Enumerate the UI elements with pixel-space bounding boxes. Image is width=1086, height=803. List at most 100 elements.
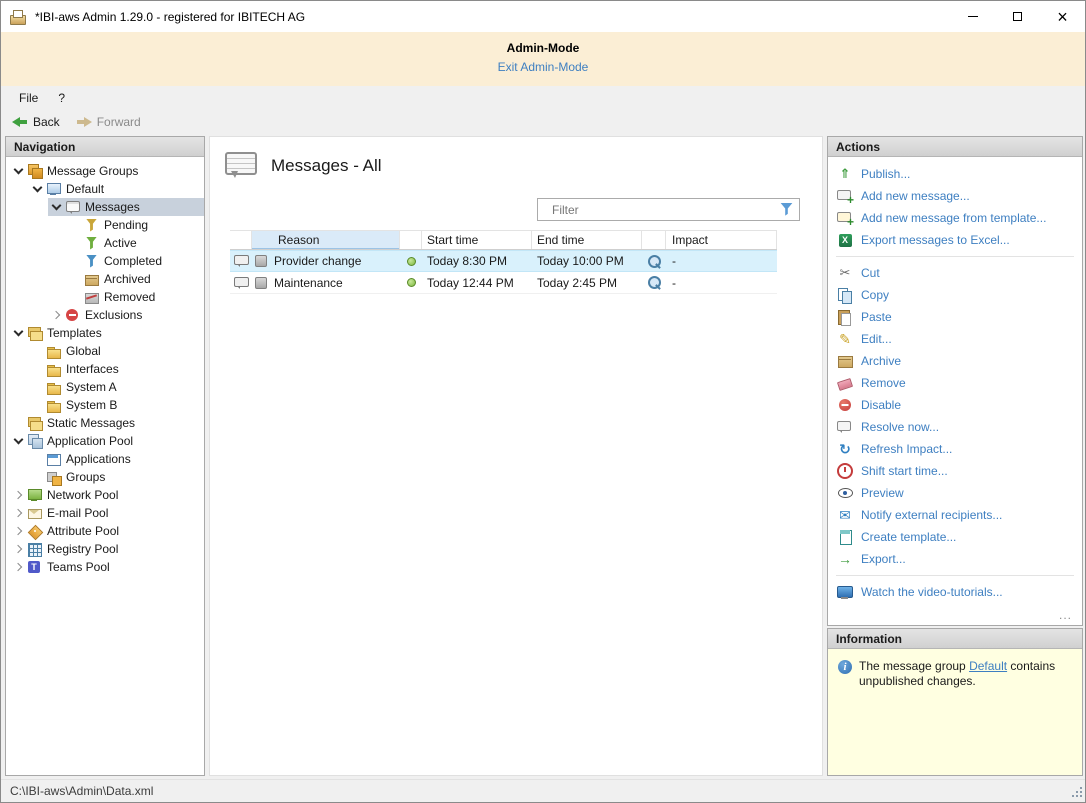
information-default-link[interactable]: Default bbox=[969, 659, 1007, 673]
tree-item-active[interactable]: Active bbox=[6, 234, 204, 252]
tree-item-groups[interactable]: Groups bbox=[6, 468, 204, 486]
action-add-new-message[interactable]: Add new message... bbox=[828, 185, 1082, 207]
tree-item-applications[interactable]: Applications bbox=[6, 450, 204, 468]
action-create-template[interactable]: Create template... bbox=[828, 526, 1082, 548]
tree-item-e-mail-pool[interactable]: E-mail Pool bbox=[6, 504, 204, 522]
forward-label: Forward bbox=[97, 115, 141, 129]
tree-item-teams-pool[interactable]: Teams Pool bbox=[6, 558, 204, 576]
application-pool-icon bbox=[27, 434, 43, 449]
impact-icon-cell bbox=[642, 251, 666, 271]
exit-admin-mode-link[interactable]: Exit Admin-Mode bbox=[498, 60, 589, 74]
action-paste[interactable]: Paste bbox=[828, 306, 1082, 328]
toolbar: Back Forward bbox=[1, 109, 1085, 134]
forward-button[interactable]: Forward bbox=[76, 115, 141, 129]
action-disable[interactable]: Disable bbox=[828, 394, 1082, 416]
column-header-start-time[interactable]: Start time bbox=[422, 231, 532, 249]
tree-item-messages[interactable]: Messages bbox=[6, 198, 204, 216]
action-label: Archive bbox=[861, 354, 901, 368]
actions-overflow[interactable]: ... bbox=[1059, 608, 1072, 622]
tree-item-label: Message Groups bbox=[47, 164, 138, 178]
title-bar[interactable]: *IBI-aws Admin 1.29.0 - registered for I… bbox=[1, 1, 1085, 32]
action-watch-the-video-tutorials[interactable]: Watch the video-tutorials... bbox=[828, 581, 1082, 603]
chevron-spacer bbox=[10, 414, 27, 432]
column-header-reason[interactable]: Reason bbox=[252, 231, 400, 249]
tree-item-label: Messages bbox=[85, 200, 140, 214]
tree-item-global[interactable]: Global bbox=[6, 342, 204, 360]
action-export[interactable]: Export... bbox=[828, 548, 1082, 570]
tree-item-removed[interactable]: Removed bbox=[6, 288, 204, 306]
column-header-end-time[interactable]: End time bbox=[532, 231, 642, 249]
chevron-right-icon[interactable] bbox=[10, 486, 27, 504]
minimize-button[interactable] bbox=[950, 1, 995, 32]
chevron-down-icon[interactable] bbox=[10, 324, 27, 342]
menu-file[interactable]: File bbox=[9, 89, 48, 107]
page-title-row: Messages - All bbox=[224, 150, 382, 181]
maximize-button[interactable] bbox=[995, 1, 1040, 32]
end-time-cell: Today 10:00 PM bbox=[532, 251, 642, 271]
template-icon bbox=[836, 529, 854, 545]
tree-item-exclusions[interactable]: Exclusions bbox=[6, 306, 204, 324]
chevron-right-icon[interactable] bbox=[10, 504, 27, 522]
tree-item-pending[interactable]: Pending bbox=[6, 216, 204, 234]
chevron-down-icon[interactable] bbox=[29, 180, 46, 198]
action-label: Refresh Impact... bbox=[861, 442, 952, 456]
tree-item-label: System A bbox=[66, 380, 117, 394]
tree-item-system-a[interactable]: System A bbox=[6, 378, 204, 396]
tree-item-templates[interactable]: Templates bbox=[6, 324, 204, 342]
action-label: Preview bbox=[861, 486, 904, 500]
action-label: Export messages to Excel... bbox=[861, 233, 1010, 247]
chevron-right-icon[interactable] bbox=[10, 540, 27, 558]
action-edit[interactable]: Edit... bbox=[828, 328, 1082, 350]
chevron-down-icon[interactable] bbox=[10, 432, 27, 450]
chevron-down-icon[interactable] bbox=[48, 198, 65, 216]
action-publish[interactable]: Publish... bbox=[828, 163, 1082, 185]
start-time-cell: Today 8:30 PM bbox=[422, 251, 532, 271]
tree-item-attribute-pool[interactable]: Attribute Pool bbox=[6, 522, 204, 540]
chevron-right-icon[interactable] bbox=[48, 306, 65, 324]
chevron-right-icon[interactable] bbox=[10, 522, 27, 540]
tree-item-registry-pool[interactable]: Registry Pool bbox=[6, 540, 204, 558]
close-button[interactable] bbox=[1040, 1, 1085, 32]
add-message-template-icon bbox=[836, 210, 854, 226]
action-copy[interactable]: Copy bbox=[828, 284, 1082, 306]
resize-grip[interactable] bbox=[1072, 787, 1084, 799]
tree-item-network-pool[interactable]: Network Pool bbox=[6, 486, 204, 504]
tree-item-system-b[interactable]: System B bbox=[6, 396, 204, 414]
table-row[interactable]: Provider changeToday 8:30 PMToday 10:00 … bbox=[230, 250, 777, 272]
tree-item-label: Templates bbox=[47, 326, 102, 340]
chevron-spacer bbox=[67, 216, 84, 234]
table-row[interactable]: MaintenanceToday 12:44 PMToday 2:45 PM- bbox=[230, 272, 777, 294]
tree-item-label: E-mail Pool bbox=[47, 506, 108, 520]
tree-item-interfaces[interactable]: Interfaces bbox=[6, 360, 204, 378]
back-button[interactable]: Back bbox=[12, 115, 60, 129]
action-remove[interactable]: Remove bbox=[828, 372, 1082, 394]
action-notify-external-recipients[interactable]: Notify external recipients... bbox=[828, 504, 1082, 526]
tree-item-application-pool[interactable]: Application Pool bbox=[6, 432, 204, 450]
tree-item-static-messages[interactable]: Static Messages bbox=[6, 414, 204, 432]
scissors-icon bbox=[836, 265, 854, 281]
action-export-messages-to-excel[interactable]: Export messages to Excel... bbox=[828, 229, 1082, 251]
tree-item-message-groups[interactable]: Message Groups bbox=[6, 162, 204, 180]
tree-item-archived[interactable]: Archived bbox=[6, 270, 204, 288]
archived-box-icon bbox=[84, 272, 100, 287]
templates-icon bbox=[27, 326, 43, 341]
action-shift-start-time[interactable]: Shift start time... bbox=[828, 460, 1082, 482]
tree-item-label: Application Pool bbox=[47, 434, 133, 448]
teams-pool-icon bbox=[27, 560, 43, 575]
tree-item-label: Attribute Pool bbox=[47, 524, 119, 538]
column-header-impact[interactable]: Impact bbox=[666, 231, 777, 249]
filter-input[interactable] bbox=[537, 198, 800, 221]
exit-admin-mode-wrap: Exit Admin-Mode bbox=[1, 60, 1085, 74]
tree-item-default[interactable]: Default bbox=[6, 180, 204, 198]
menu-help[interactable]: ? bbox=[48, 89, 75, 107]
chevron-down-icon[interactable] bbox=[10, 162, 27, 180]
information-text: The message group Default contains unpub… bbox=[859, 659, 1071, 775]
action-archive[interactable]: Archive bbox=[828, 350, 1082, 372]
action-resolve-now[interactable]: Resolve now... bbox=[828, 416, 1082, 438]
action-cut[interactable]: Cut bbox=[828, 262, 1082, 284]
tree-item-completed[interactable]: Completed bbox=[6, 252, 204, 270]
action-preview[interactable]: Preview bbox=[828, 482, 1082, 504]
action-add-new-message-from-template[interactable]: Add new message from template... bbox=[828, 207, 1082, 229]
action-refresh-impact[interactable]: Refresh Impact... bbox=[828, 438, 1082, 460]
chevron-right-icon[interactable] bbox=[10, 558, 27, 576]
